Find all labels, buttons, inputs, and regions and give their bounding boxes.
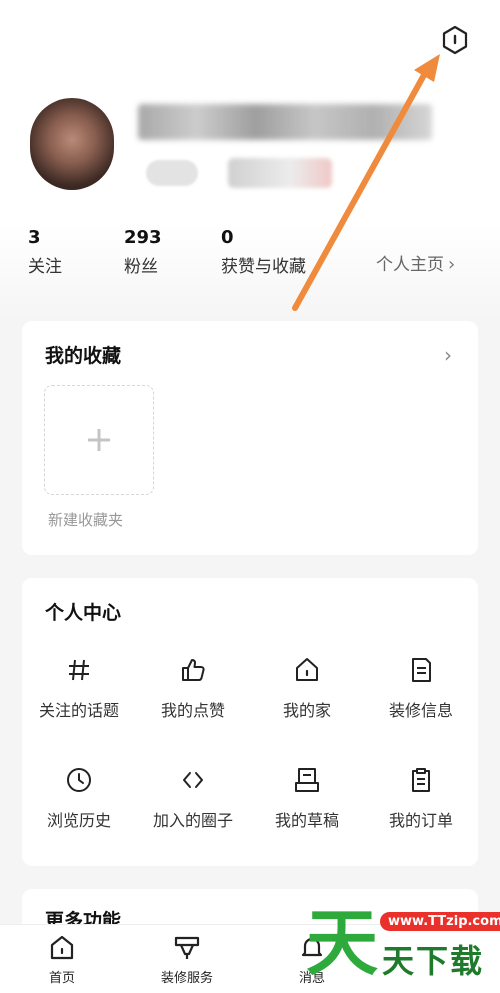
grid-item-orders[interactable]: 我的订单 xyxy=(364,764,478,832)
nav-item-home[interactable]: 首页 xyxy=(22,933,102,986)
grid-item-label: 加入的圈子 xyxy=(152,811,233,830)
grid-item-my-home[interactable]: 我的家 xyxy=(250,654,364,722)
code-brackets-icon xyxy=(136,764,250,796)
grid-item-label: 关注的话题 xyxy=(38,701,119,720)
favorites-card: 我的收藏 › 新建收藏夹 xyxy=(22,321,478,555)
watermark-text: 天下载 xyxy=(382,942,485,980)
grid-item-history[interactable]: 浏览历史 xyxy=(22,764,136,832)
thumbs-up-icon xyxy=(136,654,250,686)
plus-icon xyxy=(88,429,110,451)
home-icon xyxy=(22,933,102,963)
hashtag-icon xyxy=(22,654,136,686)
nav-label: 首页 xyxy=(48,971,75,986)
grid-item-likes[interactable]: 我的点赞 xyxy=(136,654,250,722)
grid-item-drafts[interactable]: 我的草稿 xyxy=(250,764,364,832)
grid-item-renovation-info[interactable]: 装修信息 xyxy=(364,654,478,722)
nav-label: 装修服务 xyxy=(160,971,213,986)
new-folder-label: 新建收藏夹 xyxy=(48,511,124,529)
watermark-logo: 天 www.TTzip.com 天下载 xyxy=(306,900,500,993)
home-icon xyxy=(250,654,364,686)
grid-item-label: 我的草稿 xyxy=(274,811,339,830)
favorites-title: 我的收藏 xyxy=(45,345,122,367)
draft-icon xyxy=(250,764,364,796)
grid-item-label: 我的订单 xyxy=(388,811,453,830)
personal-center-card: 个人中心 关注的话题 我的点赞 我的家 装修信息 浏览历史 加入的圈子 我的草稿… xyxy=(22,578,478,866)
personal-center-title: 个人中心 xyxy=(45,602,122,624)
grid-item-label: 浏览历史 xyxy=(46,811,111,830)
service-icon xyxy=(147,933,227,963)
grid-item-topics[interactable]: 关注的话题 xyxy=(22,654,136,722)
watermark-big-char: 天 xyxy=(306,900,379,985)
clock-icon xyxy=(22,764,136,796)
clipboard-icon xyxy=(364,764,478,796)
grid-item-label: 装修信息 xyxy=(388,701,453,720)
watermark-site: www.TTzip.com xyxy=(380,912,500,931)
chevron-right-icon[interactable]: › xyxy=(444,343,452,367)
grid-item-label: 我的家 xyxy=(282,701,331,720)
grid-item-label: 我的点赞 xyxy=(160,701,225,720)
grid-item-circles[interactable]: 加入的圈子 xyxy=(136,764,250,832)
new-folder-button[interactable] xyxy=(44,385,154,495)
nav-item-renovation-service[interactable]: 装修服务 xyxy=(147,933,227,986)
document-icon xyxy=(364,654,478,686)
